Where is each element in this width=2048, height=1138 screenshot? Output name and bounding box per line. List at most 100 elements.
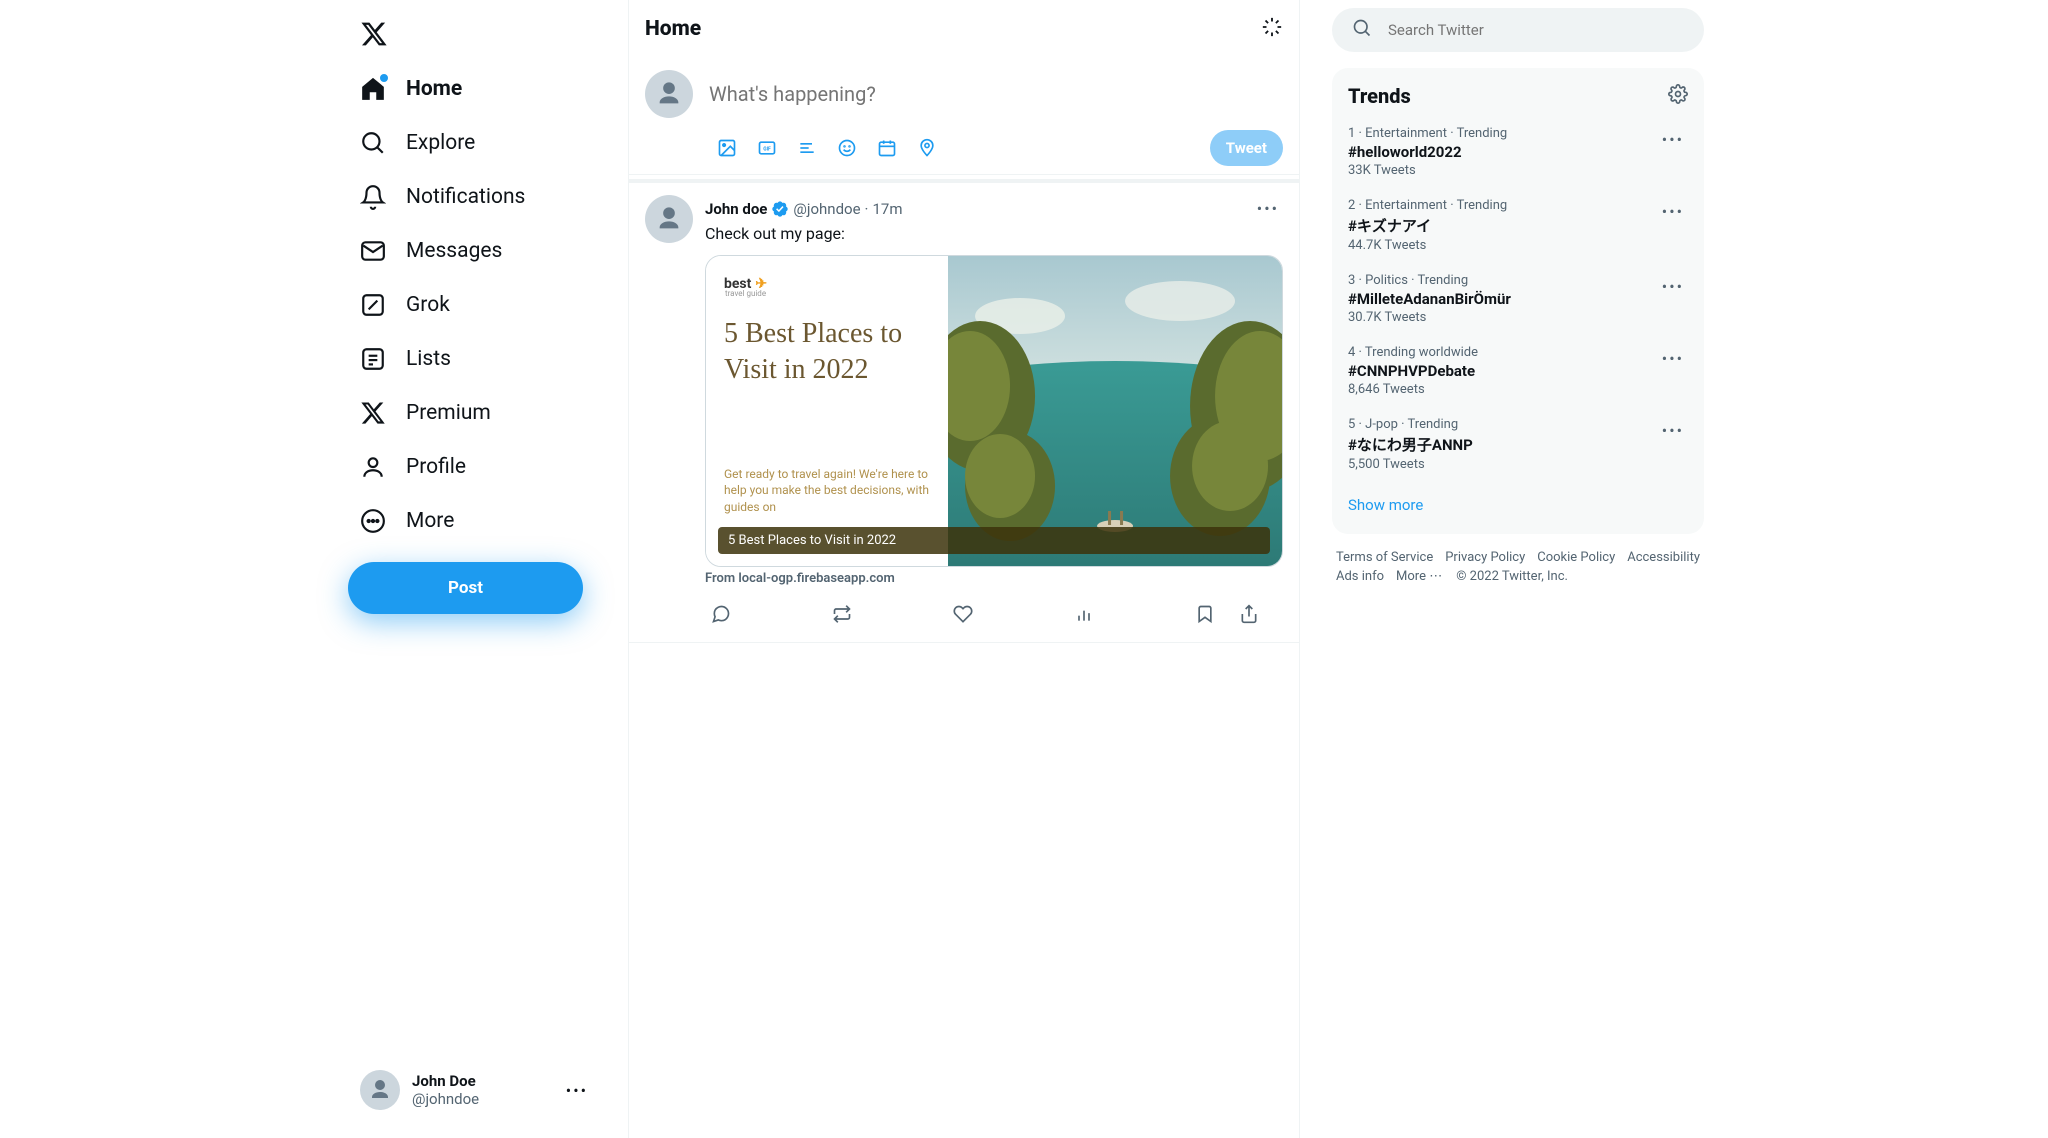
more-icon[interactable]: ••• (1658, 198, 1688, 225)
poll-icon[interactable] (789, 130, 825, 166)
schedule-icon[interactable] (869, 130, 905, 166)
compose-input[interactable] (709, 70, 1283, 130)
svg-text:GIF: GIF (763, 147, 771, 153)
trend-name: #なにわ男子ANNP (1348, 434, 1473, 455)
more-icon[interactable]: ••• (1658, 417, 1688, 444)
trend-count: 33K Tweets (1348, 163, 1507, 178)
bell-icon (360, 184, 386, 210)
views-icon[interactable] (1068, 598, 1100, 630)
search-input[interactable] (1388, 21, 1684, 39)
more-icon[interactable]: ••• (1658, 273, 1688, 300)
trend-meta: 2 · Entertainment · Trending (1348, 198, 1507, 213)
reply-icon[interactable] (705, 598, 737, 630)
sidebar: Home Explore Notifications Messages Grok… (308, 0, 628, 1138)
nav-profile[interactable]: Profile (348, 442, 620, 492)
card-title: 5 Best Places to Visit in 2022 (724, 316, 930, 389)
footer-link[interactable]: Accessibility (1627, 550, 1700, 565)
nav-grok[interactable]: Grok (348, 280, 620, 330)
trend-item[interactable]: 2 · Entertainment · Trending #キズナアイ 44.7… (1332, 188, 1704, 263)
nav-label: Messages (406, 239, 502, 263)
main-header: Home (629, 0, 1299, 58)
x-icon (360, 19, 388, 49)
trend-item[interactable]: 5 · J-pop · Trending #なにわ男子ANNP 5,500 Tw… (1332, 407, 1704, 482)
nav-label: Profile (406, 455, 466, 479)
trend-count: 5,500 Tweets (1348, 457, 1473, 472)
trend-meta: 5 · J-pop · Trending (1348, 417, 1473, 432)
nav-more[interactable]: More (348, 496, 620, 546)
person-icon (360, 454, 386, 480)
main: Home GIF Tweet (628, 0, 1300, 1138)
post-button[interactable]: Post (348, 562, 583, 614)
trend-item[interactable]: 3 · Politics · Trending #MilleteAdananBi… (1332, 263, 1704, 335)
nav-label: Lists (406, 347, 451, 371)
nav-messages[interactable]: Messages (348, 226, 620, 276)
footer: Terms of Service Privacy Policy Cookie P… (1332, 550, 1704, 584)
more-icon: ••• (566, 1081, 588, 1100)
media-icon[interactable] (709, 130, 745, 166)
home-icon (360, 76, 386, 102)
trend-count: 44.7K Tweets (1348, 238, 1507, 253)
like-icon[interactable] (947, 598, 979, 630)
nav-premium[interactable]: Premium (348, 388, 620, 438)
more-icon[interactable]: ••• (1658, 126, 1688, 153)
bookmark-icon[interactable] (1189, 598, 1221, 630)
nav-lists[interactable]: Lists (348, 334, 620, 384)
verified-badge-icon (771, 200, 789, 218)
trend-item[interactable]: 1 · Entertainment · Trending #helloworld… (1332, 116, 1704, 188)
tweet-time[interactable]: 17m (872, 200, 902, 218)
avatar[interactable] (645, 195, 693, 243)
avatar[interactable] (645, 70, 693, 118)
show-more-link[interactable]: Show more (1332, 482, 1704, 522)
footer-link[interactable]: Terms of Service (1336, 550, 1433, 565)
footer-link[interactable]: Ads info (1336, 569, 1384, 584)
tweet-more-icon[interactable]: ••• (1253, 195, 1283, 222)
trend-count: 8,646 Tweets (1348, 382, 1478, 397)
search-box[interactable] (1332, 8, 1704, 52)
trends-title: Trends (1348, 84, 1411, 108)
trend-meta: 1 · Entertainment · Trending (1348, 126, 1507, 141)
nav-label: More (406, 509, 454, 533)
more-icon[interactable]: ••• (1658, 345, 1688, 372)
gif-icon[interactable]: GIF (749, 130, 785, 166)
card-logo-sub: travel guide (725, 289, 930, 298)
trend-name: #CNNPHVPDebate (1348, 362, 1478, 380)
nav-label: Explore (406, 131, 475, 155)
x-icon (360, 400, 386, 426)
search-icon (360, 130, 386, 156)
tweet[interactable]: John doe @johndoe · 17m ••• Check out my… (629, 183, 1299, 643)
compose: GIF Tweet (629, 58, 1299, 175)
nav-label: Premium (406, 401, 491, 425)
user-names: John Doe @johndoe (412, 1072, 554, 1108)
trend-name: #キズナアイ (1348, 215, 1507, 236)
emoji-icon[interactable] (829, 130, 865, 166)
tweet-button[interactable]: Tweet (1210, 130, 1283, 166)
notification-dot-icon (380, 74, 388, 82)
nav-notifications[interactable]: Notifications (348, 172, 620, 222)
author-handle[interactable]: @johndoe (793, 200, 860, 218)
nav-label: Notifications (406, 185, 525, 209)
account-switcher[interactable]: John Doe @johndoe ••• (348, 1058, 600, 1122)
trend-item[interactable]: 4 · Trending worldwide #CNNPHVPDebate 8,… (1332, 335, 1704, 407)
sparkle-icon[interactable] (1261, 16, 1283, 42)
retweet-icon[interactable] (826, 598, 858, 630)
share-icon[interactable] (1233, 598, 1265, 630)
nav-label: Home (406, 77, 462, 101)
nav-home[interactable]: Home (348, 64, 620, 114)
gear-icon[interactable] (1668, 84, 1688, 108)
footer-link[interactable]: Privacy Policy (1445, 550, 1525, 565)
footer-more[interactable]: More ⋯ (1396, 569, 1444, 584)
tweet-text: Check out my page: (705, 224, 1283, 243)
more-circle-icon (360, 508, 386, 534)
trend-count: 30.7K Tweets (1348, 310, 1511, 325)
x-logo[interactable] (348, 8, 400, 60)
nav: Home Explore Notifications Messages Grok… (348, 64, 620, 546)
trends-panel: Trends 1 · Entertainment · Trending #hel… (1332, 68, 1704, 534)
card-source: From local-ogp.firebaseapp.com (705, 571, 1283, 586)
footer-link[interactable]: Cookie Policy (1537, 550, 1615, 565)
author-name[interactable]: John doe (705, 200, 767, 218)
link-card[interactable]: best✈ travel guide 5 Best Places to Visi… (705, 255, 1283, 567)
location-icon[interactable] (909, 130, 945, 166)
mail-icon (360, 238, 386, 264)
avatar (360, 1070, 400, 1110)
nav-explore[interactable]: Explore (348, 118, 620, 168)
